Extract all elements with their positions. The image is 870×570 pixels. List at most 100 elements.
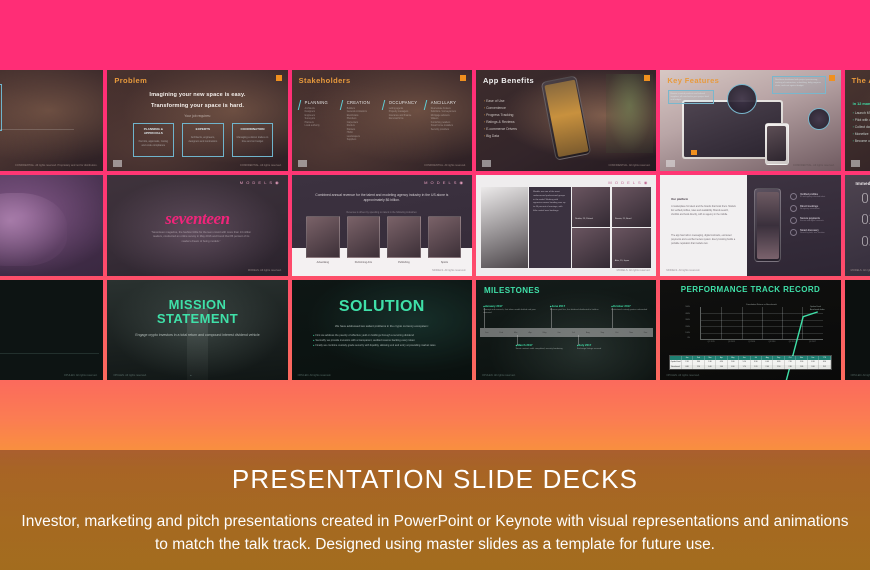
hero-photo (481, 187, 529, 268)
list-item: Monetize (853, 131, 870, 138)
chart-x-labels: Q1 2015 Q3 2015 Q1 2016 Q3 2016 Q1 2017 … (701, 341, 823, 343)
market-thumb: Advertising (306, 216, 340, 264)
slide-footer: OPULEN. All rights reserved. (850, 374, 870, 377)
y-tick: 200% (685, 325, 690, 328)
zoom-callout-circle (807, 108, 830, 131)
thumb-caption: Performing Arts (354, 261, 372, 264)
list-item: Launch MVP locally (853, 110, 870, 117)
problem-box-title: PLANNING & APPROVALS (143, 127, 163, 136)
phone-mockup (764, 122, 789, 165)
column-list: Architects Designers Engineers Surveyors… (304, 108, 320, 128)
slide-nav-hint: ● (190, 375, 192, 377)
slide-thumbnail-milestones[interactable]: MILESTONES Jan Feb Mar Apr May Jun Jul A… (475, 280, 657, 380)
gallery-body: Models are one of the most underserved p… (533, 191, 566, 212)
problem-box-desc: Managing a dozen trades on time and on b… (236, 136, 269, 143)
revenue-numbered-list: 01 Premium Subscriptions Paid membership… (861, 193, 870, 258)
list-item: Ratings & Reviews (484, 119, 517, 126)
milestone-item: October 2017 Institutional custody partn… (611, 304, 648, 328)
caption-band: PRESENTATION SLIDE DECKS Investor, marke… (0, 450, 870, 570)
feature-item: Direct bookings No agency commission (790, 205, 837, 213)
slide-thumbnail-platform[interactable]: M O D E L S ◉ Our platform A marketplace… (660, 175, 841, 276)
axis-month: Jul (572, 331, 575, 334)
milestone-body: Reserve pool live, first dividend distri… (549, 309, 599, 311)
slide-thumbnail-seventeen[interactable]: M O D E L S ◉ seventeen “Seventeen magaz… (107, 175, 288, 276)
slide-thumbnail-opulen-logo[interactable]: opulen DI OPULEN. All rights reserved. (844, 280, 870, 380)
model-caption: Renata, 21, Brazil (614, 218, 632, 221)
slide-thumbnail-mission[interactable]: MISSION STATEMENT Engage crypto investor… (107, 280, 288, 380)
slide-thumbnail-app-benefits[interactable]: App Benefits Ease of Use Convenience Pro… (475, 70, 657, 171)
slide-thumbnail[interactable]: CONFIDENTIAL. All rights reserved. Propr… (0, 70, 104, 171)
slide-thumbnail-portrait[interactable] (0, 175, 104, 276)
slide-title: Immediate Revenue Opportunities (855, 181, 870, 186)
slide-logo-tag (666, 160, 676, 167)
slide-thumbnail-problem[interactable]: Problem Imagining your new space is easy… (107, 70, 288, 171)
slide-title: Stakeholders (298, 76, 351, 85)
milestone-item: July 2017 Exchange listings secured (576, 335, 602, 351)
mission-title-line-2: STATEMENT (156, 311, 239, 327)
platform-para-2: The app has built-in messaging, digital … (671, 234, 736, 245)
slide-title: The Ask (851, 76, 870, 85)
slide-logo-tag (297, 160, 307, 167)
slide-thumbnail-market-size[interactable]: M O D E L S ◉ Combined annual revenue fo… (291, 175, 472, 276)
slide-thumbnail-performance[interactable]: PERFORMANCE TRACK RECORD Cumulative Retu… (660, 280, 841, 380)
slide-thumbnail-stakeholders[interactable]: Stakeholders PLANNING Architects Designe… (291, 70, 472, 171)
opulen-wordmark: opulen (845, 338, 870, 349)
axis-month: Nov (629, 331, 634, 334)
mission-title: MISSION STATEMENT (107, 297, 287, 327)
axis-month: Dec (643, 331, 648, 334)
stakeholder-column: CREATION Builders General contractors El… (343, 100, 381, 142)
feature-desc: Escrow and digital contracts (800, 220, 824, 223)
axis-month: Apr (528, 331, 532, 334)
slide-thumbnail-the-ask[interactable]: The Ask Recurring pain for consumers In … (844, 70, 870, 171)
stakeholder-column: ANCILLARY Real estate brokers Solicitors… (427, 100, 465, 142)
feature-desc: Search by look, size, location (800, 232, 825, 235)
brand-logo-mini: M O D E L S ◉ (239, 180, 280, 185)
axis-month: Jan (485, 331, 489, 334)
model-photo-grid (571, 187, 651, 268)
stakeholder-column: PLANNING Architects Designers Engineers … (301, 100, 339, 142)
slide-thumbnail-revenue-opportunities[interactable]: Immediate Revenue Opportunities 01 Premi… (844, 175, 870, 276)
y-tick: 500% (685, 306, 690, 308)
axis-month: Mar (513, 331, 518, 334)
slide-thumbnail-gallery[interactable]: M O D E L S ◉ Models are one of the most… (475, 175, 657, 276)
thumb-caption: Advertising (316, 261, 330, 264)
stakeholder-columns: PLANNING Architects Designers Engineers … (301, 100, 465, 142)
list-item: Collect data points (853, 124, 870, 131)
milestone-body: Exchange listings secured (576, 348, 602, 350)
market-thumb: Performing Arts (346, 216, 381, 264)
seventeen-wordmark: seventeen (165, 209, 230, 228)
phone-mockup (754, 188, 782, 263)
x-tick: Q1 2017 (788, 341, 796, 343)
seventeen-quote: “Seventeen magazine, the fashion bible f… (151, 231, 252, 243)
market-stat-sub: Revenue is driven by spending on talent … (346, 211, 418, 214)
x-tick: Q3 2015 (727, 341, 735, 343)
problem-box-row: PLANNING & APPROVALS Permits, approvals,… (132, 123, 274, 157)
the-ask-subhead: In 12 months: (852, 102, 870, 106)
performance-table: Jan Feb Mar Apr May Jun Jul Aug Sep Oct … (669, 354, 832, 370)
chart-title: Cumulative Return vs Benchmark (745, 304, 777, 306)
problem-box-desc: Permits, approvals, zoning and code comp… (138, 140, 169, 147)
cell: 1.40 (716, 364, 728, 369)
revenue-item: 01 Premium Subscriptions Paid membership… (861, 193, 870, 209)
column-head: ANCILLARY (430, 100, 457, 105)
platform-para-1: A marketplace for talent and the brands … (671, 205, 736, 216)
axis-month: Oct (615, 331, 619, 334)
feature-callout-right: Real-time dashboard with project provisi… (772, 76, 827, 95)
axis-month: May (542, 331, 547, 334)
feature-icon (790, 205, 798, 213)
performance-chart: Cumulative Return vs Benchmark 500% 400%… (685, 304, 825, 344)
problem-box: COORDINATION Managing a dozen trades on … (231, 123, 274, 157)
problem-box: EXPERTS Architects, engineers, designers… (182, 123, 224, 157)
feature-item: Verified profiles ID and agency-checked t… (790, 193, 837, 201)
list-item: Ease of Use (484, 98, 517, 105)
platform-heading: Our platform (671, 197, 689, 202)
milestone-body: Smart contract audit completed, security… (515, 348, 563, 350)
slide-thumbnail-key-features[interactable]: Browse curated products and tailored sup… (660, 70, 841, 171)
legend-entry: Benchmark Index (809, 308, 825, 311)
axis-month: Aug (586, 331, 590, 334)
milestone-body: Institutional custody partner onboarded (611, 309, 648, 311)
slide-thumbnail-brand-partial[interactable]: en blockchain enabled compound dividend … (0, 280, 104, 380)
slide-thumbnail-solution[interactable]: SOLUTION We have addressed two salient p… (291, 280, 472, 380)
model-caption: Aiko, 19, Japan (614, 259, 630, 262)
slide-logo-tag (113, 160, 123, 167)
